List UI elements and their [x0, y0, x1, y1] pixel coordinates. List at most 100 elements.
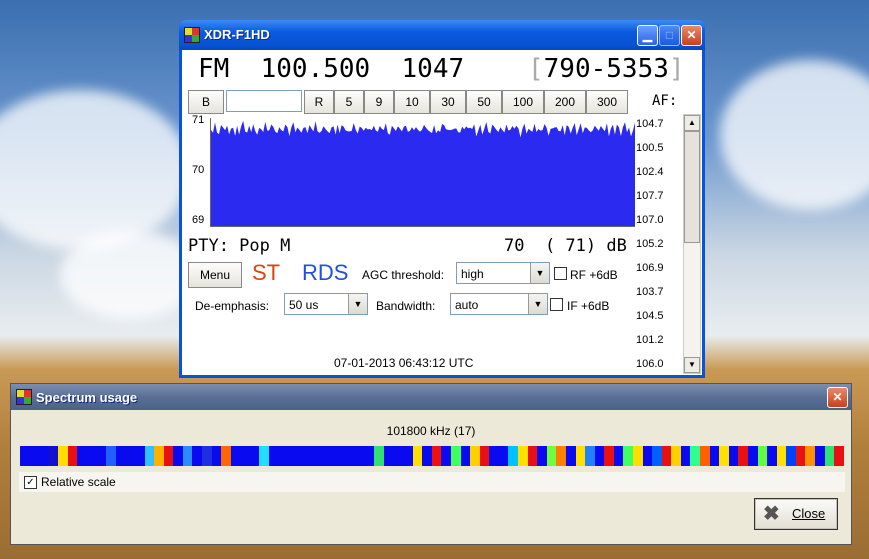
spectrum-cell[interactable]	[470, 446, 480, 466]
spectrum-cell[interactable]	[201, 446, 212, 466]
spectrum-cell[interactable]	[67, 446, 78, 466]
af-item[interactable]: 105.2	[636, 238, 664, 250]
step-button-200[interactable]: 200	[544, 90, 586, 114]
xdr-titlebar[interactable]: XDR-F1HD ▁ □ ✕	[179, 20, 705, 50]
spectrum-cell[interactable]	[383, 446, 394, 466]
spectrum-cell[interactable]	[412, 446, 423, 466]
frequency-display[interactable]: 100.500	[261, 54, 371, 84]
spectrum-cell[interactable]	[182, 446, 193, 466]
af-item[interactable]: 104.7	[636, 118, 664, 130]
spectrum-cell[interactable]	[671, 446, 681, 466]
spectrum-cell[interactable]	[77, 446, 88, 466]
spectrum-cell[interactable]	[824, 446, 835, 466]
spectrum-cell[interactable]	[633, 446, 643, 466]
spectrum-cell[interactable]	[20, 446, 30, 466]
spectrum-cell[interactable]	[355, 446, 365, 466]
spectrum-cell[interactable]	[776, 446, 787, 466]
spectrum-cell[interactable]	[144, 446, 155, 466]
spectrum-cell[interactable]	[393, 446, 404, 466]
spectrum-cell[interactable]	[719, 446, 729, 466]
af-item[interactable]: 103.7	[636, 286, 664, 298]
step-button-30[interactable]: 30	[430, 90, 466, 114]
menu-button[interactable]: Menu	[188, 262, 242, 288]
af-item[interactable]: 107.0	[636, 214, 664, 226]
maximize-button[interactable]: □	[659, 25, 680, 46]
spectrum-cell[interactable]	[767, 446, 777, 466]
af-item[interactable]: 107.7	[636, 190, 664, 202]
spectrum-cell[interactable]	[565, 446, 576, 466]
spectrum-cell[interactable]	[125, 446, 135, 466]
af-item[interactable]: 102.4	[636, 166, 664, 178]
spectrum-cell[interactable]	[269, 446, 279, 466]
af-list[interactable]: 104.7 100.5 102.4 107.7 107.0 105.2 106.…	[632, 114, 686, 372]
spectrum-cell[interactable]	[728, 446, 739, 466]
spectrum-cell[interactable]	[249, 446, 260, 466]
spectrum-cell[interactable]	[326, 446, 337, 466]
spectrum-cell[interactable]	[316, 446, 327, 466]
rf-checkbox[interactable]	[554, 267, 567, 280]
minimize-button[interactable]: ▁	[637, 25, 658, 46]
spectrum-cell[interactable]	[508, 446, 519, 466]
spectrum-cell[interactable]	[403, 446, 413, 466]
spectrum-cell[interactable]	[431, 446, 442, 466]
spectrum-cell[interactable]	[192, 446, 202, 466]
spectrum-titlebar[interactable]: Spectrum usage ✕	[11, 384, 851, 410]
step-button-5[interactable]: 5	[334, 90, 364, 114]
af-item[interactable]: 106.9	[636, 262, 664, 274]
spectrum-cell[interactable]	[106, 446, 116, 466]
spectrum-cell[interactable]	[613, 446, 624, 466]
spectrum-cell[interactable]	[546, 446, 557, 466]
spectrum-cell[interactable]	[173, 446, 183, 466]
spectrum-cell[interactable]	[661, 446, 672, 466]
spectrum-cell[interactable]	[451, 446, 461, 466]
af-item[interactable]: 106.0	[636, 358, 664, 370]
spectrum-cell[interactable]	[422, 446, 432, 466]
spectrum-cell[interactable]	[345, 446, 356, 466]
spectrum-cell[interactable]	[221, 446, 231, 466]
spectrum-cell[interactable]	[29, 446, 40, 466]
spectrum-cell[interactable]	[230, 446, 241, 466]
step-button-100[interactable]: 100	[502, 90, 544, 114]
spectrum-cell[interactable]	[134, 446, 145, 466]
spectrum-cell[interactable]	[460, 446, 471, 466]
spectrum-cell[interactable]	[115, 446, 126, 466]
spectrum-cell[interactable]	[240, 446, 250, 466]
spectrum-cell[interactable]	[527, 446, 538, 466]
scrollbar-thumb[interactable]	[684, 131, 700, 243]
spectrum-cell[interactable]	[96, 446, 107, 466]
spectrum-cell[interactable]	[259, 446, 270, 466]
af-item[interactable]: 101.2	[636, 334, 664, 346]
chevron-down-icon[interactable]: ▼	[348, 294, 367, 314]
bandwidth-select[interactable]: auto ▼	[450, 293, 548, 315]
spectrum-cell[interactable]	[604, 446, 614, 466]
spectrum-cell[interactable]	[87, 446, 97, 466]
spectrum-cell[interactable]	[786, 446, 796, 466]
spectrum-cell[interactable]	[757, 446, 768, 466]
spectrum-cell[interactable]	[288, 446, 298, 466]
chevron-down-icon[interactable]: ▼	[528, 294, 547, 314]
spectrum-cell[interactable]	[441, 446, 452, 466]
spectrum-cell[interactable]	[211, 446, 222, 466]
spectrum-cell[interactable]	[747, 446, 758, 466]
agc-select[interactable]: high ▼	[456, 262, 550, 284]
spectrum-cell[interactable]	[297, 446, 308, 466]
scroll-up-arrow-icon[interactable]: ▲	[684, 115, 700, 131]
step-button-50[interactable]: 50	[466, 90, 502, 114]
scroll-down-arrow-icon[interactable]: ▼	[684, 357, 700, 373]
spectrum-cell[interactable]	[556, 446, 566, 466]
chevron-down-icon[interactable]: ▼	[530, 263, 549, 283]
spectrum-cell[interactable]	[374, 446, 384, 466]
if-checkbox[interactable]	[550, 298, 563, 311]
spectrum-cell[interactable]	[518, 446, 528, 466]
step-button-300[interactable]: 300	[586, 90, 628, 114]
af-scrollbar[interactable]: ▲ ▼	[683, 114, 701, 374]
spectrum-cell[interactable]	[805, 446, 815, 466]
af-item[interactable]: 100.5	[636, 142, 664, 154]
spectrum-cell[interactable]	[690, 446, 701, 466]
spectrum-cell[interactable]	[163, 446, 174, 466]
step-button-9[interactable]: 9	[364, 90, 394, 114]
spectrum-cell[interactable]	[489, 446, 499, 466]
spectrum-cell[interactable]	[58, 446, 68, 466]
spectrum-cell[interactable]	[307, 446, 317, 466]
spectrum-cell[interactable]	[623, 446, 633, 466]
